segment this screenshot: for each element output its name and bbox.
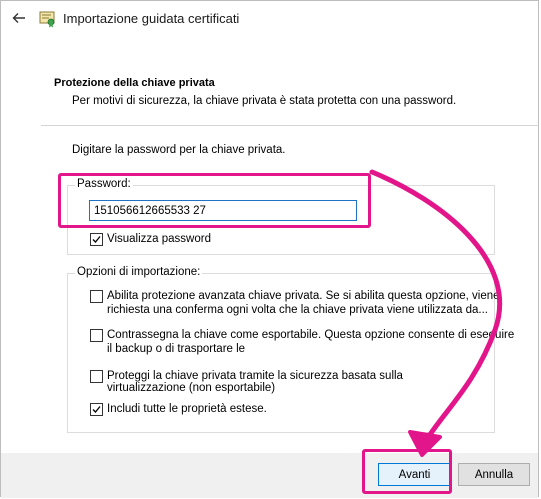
annotation-arrow [369, 169, 503, 457]
